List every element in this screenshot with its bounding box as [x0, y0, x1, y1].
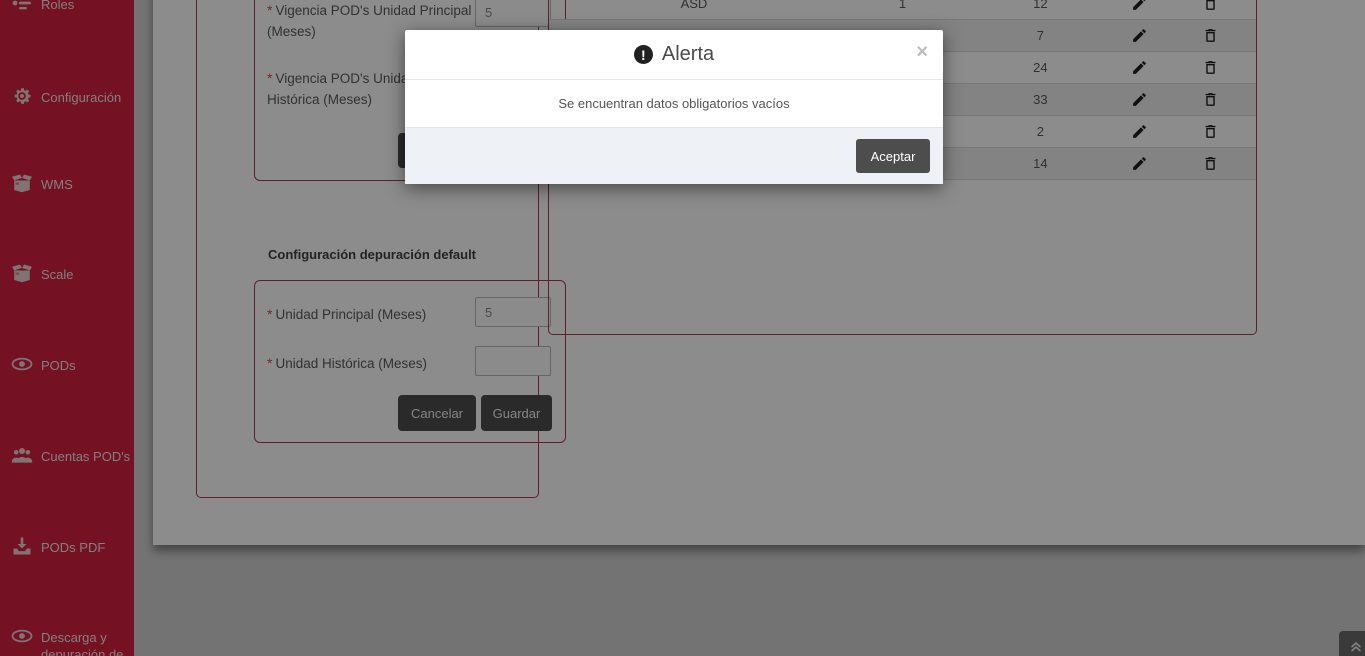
modal-footer: Aceptar	[405, 127, 943, 184]
modal-title: Alerta	[662, 43, 714, 66]
modal-message: Se encuentran datos obligatorios vacíos	[405, 80, 943, 127]
close-icon[interactable]: ×	[916, 42, 928, 62]
alert-modal: ! Alerta × Se encuentran datos obligator…	[405, 30, 943, 184]
alert-icon: !	[634, 45, 653, 64]
accept-button[interactable]: Aceptar	[856, 139, 930, 173]
modal-header: ! Alerta ×	[405, 30, 943, 80]
app-window: Roles Configuración WMS Scale PODs Cuent…	[0, 0, 1365, 656]
